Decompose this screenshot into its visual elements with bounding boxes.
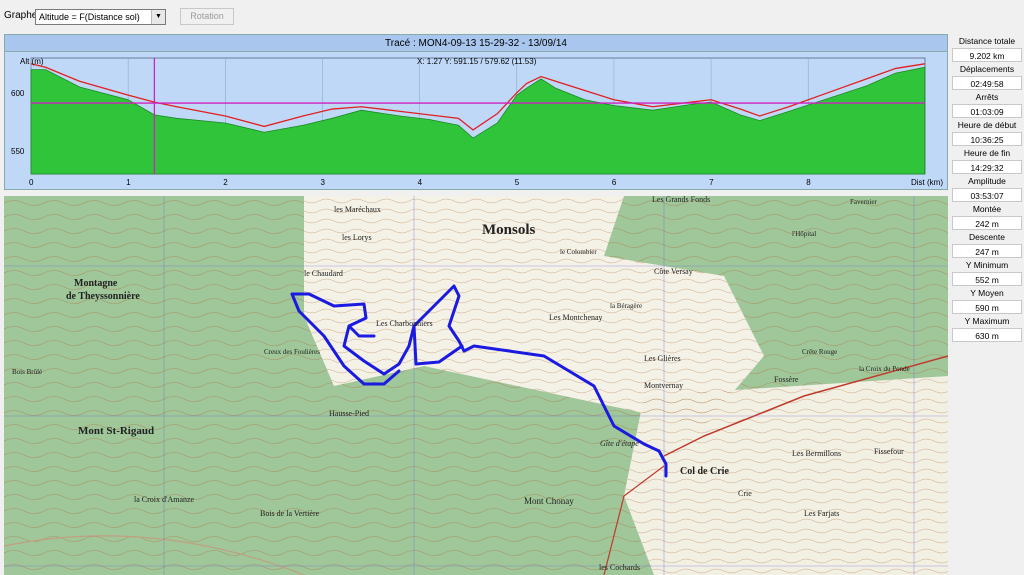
stat-value: 242 m [952,216,1022,230]
stat-value: 01:03:09 [952,104,1022,118]
x-tick-label: 6 [612,178,617,187]
label-bois-brule: Bois Brûlé [12,368,42,376]
label-farjats: Les Farjats [804,509,839,518]
x-tick-label: 8 [806,178,811,187]
label-cote-versay: Côte Versay [654,267,693,276]
graph-type-select[interactable]: Altitude = F(Distance sol) ▼ [35,9,166,25]
graph-type-value: Altitude = F(Distance sol) [39,12,140,22]
stat-value: 10:36:25 [952,132,1022,146]
label-fossere: Fossère [774,375,799,384]
toolbar: Graphe Altitude = F(Distance sol) ▼ Rota… [0,0,1024,32]
x-tick-label: 7 [709,178,714,187]
label-glieres: Les Glières [644,354,681,363]
y-tick-label: 600 [11,89,25,98]
stat-value: 630 m [952,328,1022,342]
label-croix-amanze: la Croix d'Amanze [134,495,195,504]
label-colombier: le Colombier [560,248,597,256]
stat-value: 247 m [952,244,1022,258]
x-tick-label: 3 [320,178,325,187]
stat-label: Heure de fin [950,146,1024,160]
label-montvernay: Montvernay [644,381,683,390]
map-canvas[interactable]: Monsols Mont St-Rigaud Montagne de Theys… [4,196,948,575]
y-axis-label: Alt (m) [20,57,44,66]
rotation-button[interactable]: Rotation [180,8,234,25]
label-mont-st-rigaud: Mont St-Rigaud [78,425,154,437]
label-col-de-crie: Col de Crie [680,466,729,477]
stat-label: Amplitude [950,174,1024,188]
graph-label: Graphe [4,10,38,21]
stat-label: Arrêts [950,90,1024,104]
label-hopital: l'Hôpital [792,230,816,238]
label-marechaux: les Maréchaux [334,205,381,214]
elevation-profile-panel: Tracé : MON4-09-13 15-29-32 - 13/09/14 A… [4,34,948,190]
stats-panel: Distance totale 9.202 km Déplacements 02:49… [950,34,1024,342]
x-tick-label: 0 [29,178,34,187]
label-montagne: Montagne [74,278,118,289]
x-tick-label: 4 [418,178,423,187]
stat-label: Y Minimum [950,258,1024,272]
label-gite: Gîte d'étape [600,439,639,448]
stat-value: 14:29:32 [952,160,1022,174]
label-theyssonniere: de Theyssonnière [66,291,140,302]
label-beragere: la Béragère [610,302,642,310]
cursor-readout: X: 1.27 Y: 591.15 / 579.62 (11.53) [417,57,537,66]
label-lorys: les Lorys [342,233,372,242]
stat-value: 552 m [952,272,1022,286]
x-tick-label: 1 [126,178,131,187]
profile-title: Tracé : MON4-09-13 15-29-32 - 13/09/14 [5,35,947,52]
label-charbonniers: Les Charbonniers [376,319,433,328]
label-cochards: les Cochards [599,563,640,572]
stat-label: Descente [950,230,1024,244]
stat-value: 9.202 km [952,48,1022,62]
stat-label: Montée [950,202,1024,216]
label-crete-rouge: Crête Rouge [802,348,837,356]
x-tick-label: 5 [515,178,520,187]
chevron-down-icon[interactable]: ▼ [151,10,165,24]
stat-label: Y Maximum [950,314,1024,328]
label-mont-chonay: Mont Chonay [524,496,574,506]
stat-label: Distance totale [950,34,1024,48]
label-fissefour: Fissefour [874,447,904,456]
stat-label: Y Moyen [950,286,1024,300]
label-bermillons: Les Bermillons [792,449,841,458]
label-crie: Crie [738,489,752,498]
stat-value: 590 m [952,300,1022,314]
stat-value: 03:53:07 [952,188,1022,202]
topographic-map[interactable]: Monsols Mont St-Rigaud Montagne de Theys… [4,196,948,575]
label-bois-vertiere: Bois de la Vertière [260,509,320,518]
label-monsols: Monsols [482,222,536,238]
label-creux-foulieres: Creux des Foulières [264,348,320,356]
label-grands-fonds: Les Grands Fonds [652,196,710,204]
label-favernier: Favernier [850,198,877,206]
x-tick-label: 2 [223,178,228,187]
stat-label: Déplacements [950,62,1024,76]
x-axis-label: Dist (km) [911,178,943,187]
y-tick-label: 550 [11,147,25,156]
elevation-chart[interactable]: Alt (m) Dist (km) X: 1.27 Y: 591.15 / 57… [5,52,947,190]
label-hausse-pied: Hausse-Pied [329,409,369,418]
stat-value: 02:49:58 [952,76,1022,90]
label-montchenay: Les Montchenay [549,313,603,322]
stat-label: Heure de début [950,118,1024,132]
label-chaudard: le Chaudard [304,269,343,278]
label-croix-pondes: la Croix du Ponde [859,365,910,373]
